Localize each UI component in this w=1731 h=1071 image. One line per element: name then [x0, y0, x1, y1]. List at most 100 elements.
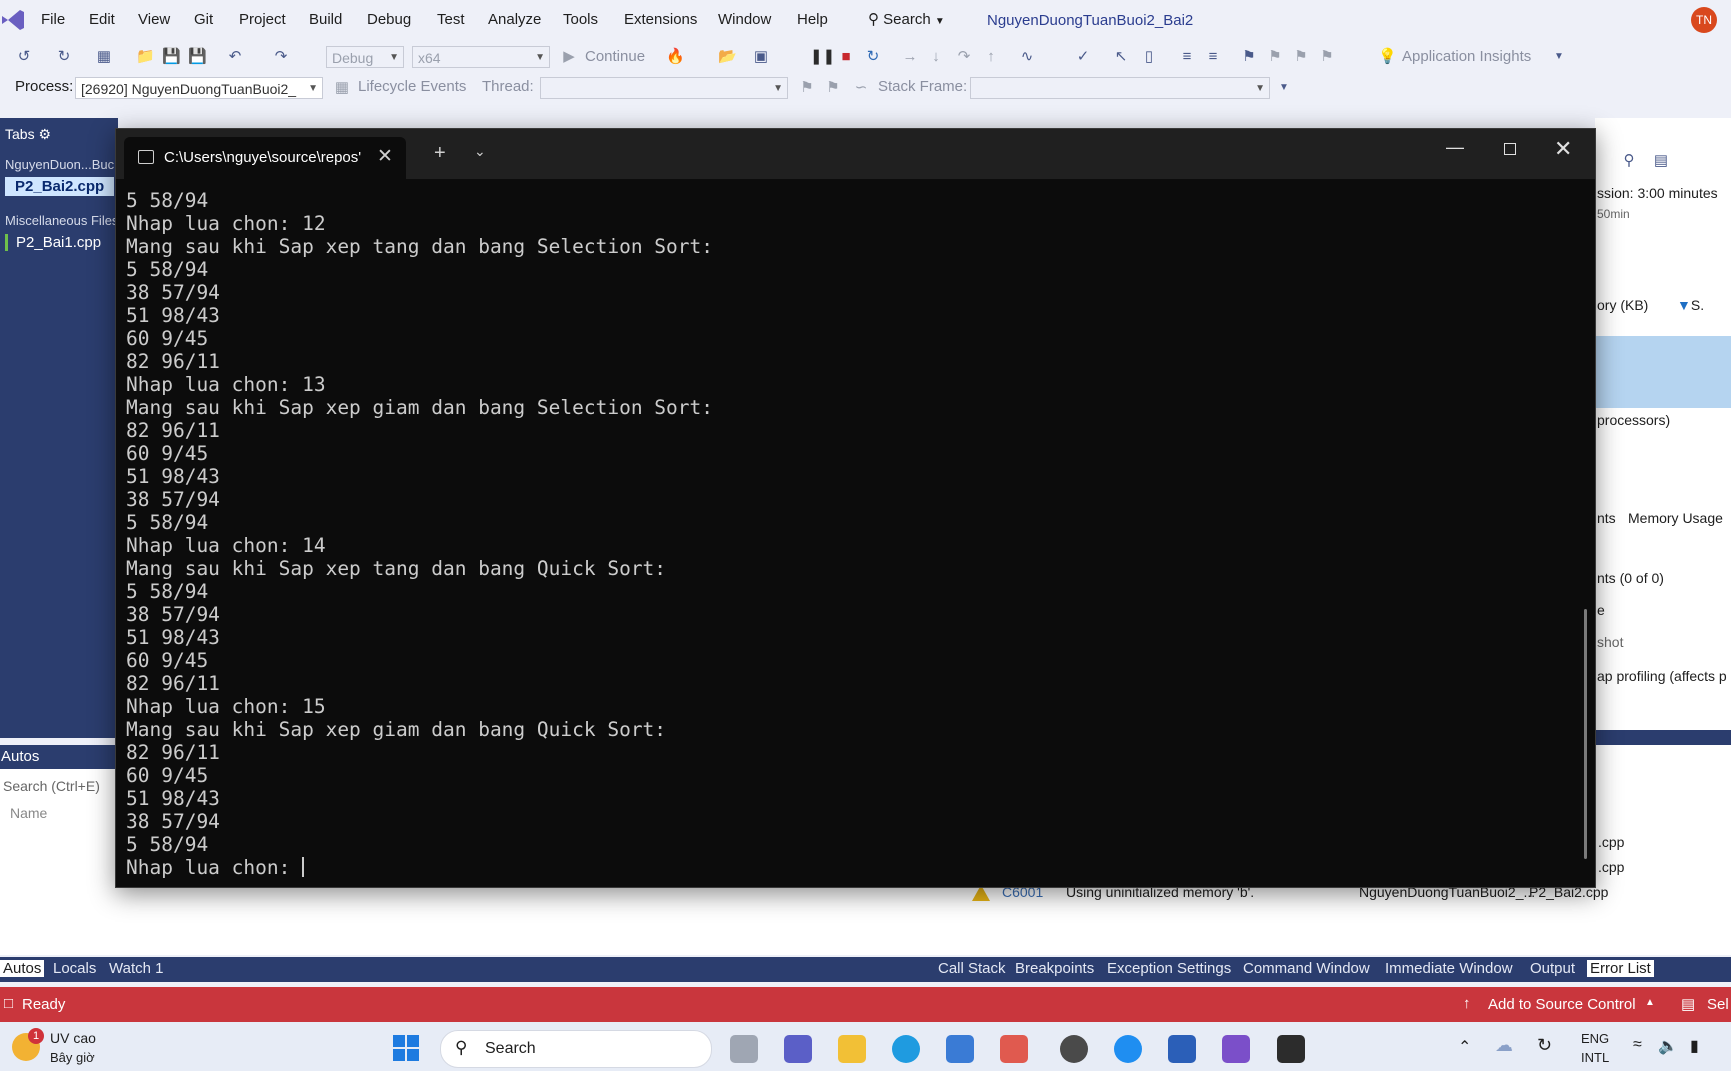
avatar[interactable]: TN — [1691, 7, 1717, 33]
chevron-down-icon[interactable]: ⌄ — [474, 143, 486, 160]
stack-icon[interactable]: ∽ — [852, 79, 870, 97]
restart-icon[interactable]: ↻ — [864, 48, 882, 66]
back-icon[interactable]: ↺ — [15, 48, 33, 66]
pause-icon[interactable]: ❚❚ — [810, 48, 835, 66]
process-explorer-icon[interactable]: 📂 — [718, 48, 737, 66]
flag-thread-icon[interactable]: ⚑ — [824, 79, 842, 97]
onedrive-icon[interactable]: ☁ — [1495, 1035, 1513, 1056]
menu-debug[interactable]: Debug — [367, 11, 411, 28]
menu-tools[interactable]: Tools — [563, 11, 598, 28]
tab-p2-bai1[interactable]: P2_Bai1.cpp — [5, 234, 101, 251]
language-top[interactable]: ENG — [1581, 1031, 1609, 1046]
thread-select[interactable]: ▼ — [540, 77, 788, 99]
menu-view[interactable]: View — [138, 11, 170, 28]
windows-start-icon[interactable] — [392, 1034, 420, 1062]
tab-immediate-window[interactable]: Immediate Window — [1385, 960, 1513, 977]
terminal-scrollbar[interactable] — [1584, 609, 1587, 859]
continue-button[interactable]: Continue — [585, 48, 645, 65]
tab-error-list[interactable]: Error List — [1587, 960, 1654, 977]
chevron-down-icon[interactable]: ▼ — [1275, 79, 1293, 97]
configuration-select[interactable]: Debug ▼ — [326, 46, 404, 68]
columns-icon[interactable]: ▯ — [1140, 48, 1158, 66]
zalo-icon[interactable] — [1114, 1035, 1142, 1063]
tab-events[interactable]: nts — [1597, 510, 1616, 526]
stop-icon[interactable]: ■ — [837, 48, 855, 66]
step-into-icon[interactable]: ↓ — [927, 48, 945, 66]
close-tab-icon[interactable]: ✕ — [377, 145, 393, 168]
new-project-icon[interactable]: ▦ — [95, 48, 113, 66]
add-to-source-control-button[interactable]: Add to Source Control — [1488, 996, 1636, 1013]
save-icon[interactable]: 💾 — [162, 48, 181, 66]
menu-file[interactable]: File — [41, 11, 65, 28]
snipping-tool-icon[interactable] — [1000, 1035, 1028, 1063]
lifecycle-events-button[interactable]: Lifecycle Events — [358, 78, 466, 95]
redo-icon[interactable]: ↷ — [272, 48, 290, 66]
tab-watch-1[interactable]: Watch 1 — [109, 960, 163, 977]
menu-build[interactable]: Build — [309, 11, 342, 28]
save-all-icon[interactable]: 💾 — [188, 48, 207, 66]
application-insights-button[interactable]: Application Insights — [1402, 48, 1531, 65]
chevron-up-icon[interactable]: ⌃ — [1458, 1037, 1471, 1057]
search-button[interactable]: ⚲ Search ▼ — [868, 10, 945, 28]
take-snapshot-button[interactable]: shot — [1597, 634, 1623, 650]
step-out-icon[interactable]: ↑ — [982, 48, 1000, 66]
tab-command-window[interactable]: Command Window — [1243, 960, 1370, 977]
menu-window[interactable]: Window — [718, 11, 771, 28]
comment-icon[interactable]: ≡ — [1204, 48, 1222, 66]
store-icon[interactable] — [946, 1035, 974, 1063]
tab-p2-bai2[interactable]: P2_Bai2.cpp — [5, 177, 115, 196]
zoom-in-icon[interactable]: ⚲ — [1620, 152, 1638, 170]
visual-studio-icon[interactable] — [1222, 1035, 1250, 1063]
select-repository-button[interactable]: Sel — [1707, 996, 1729, 1013]
language-bottom[interactable]: INTL — [1581, 1050, 1609, 1065]
tab-breakpoints[interactable]: Breakpoints — [1015, 960, 1094, 977]
error-row[interactable]: .cpp — [1598, 834, 1624, 850]
next-bookmark-icon[interactable]: ⚑ — [1292, 48, 1310, 66]
bookmark-icon[interactable]: ⚑ — [1240, 48, 1258, 66]
undo-icon[interactable]: ↶ — [226, 48, 244, 66]
forward-icon[interactable]: ↻ — [55, 48, 73, 66]
tab-locals[interactable]: Locals — [53, 960, 96, 977]
process-select[interactable]: [26920] NguyenDuongTuanBuoi2_ ▼ — [75, 77, 323, 99]
file-explorer-icon[interactable] — [838, 1035, 866, 1063]
clear-bookmarks-icon[interactable]: ⚑ — [1318, 48, 1336, 66]
chart-icon[interactable]: ▤ — [1652, 152, 1670, 170]
battery-icon[interactable]: ▮ — [1690, 1036, 1699, 1056]
prev-bookmark-icon[interactable]: ⚑ — [1266, 48, 1284, 66]
sync-icon[interactable]: ↻ — [1537, 1035, 1552, 1056]
dell-icon[interactable] — [1060, 1035, 1088, 1063]
task-view-icon[interactable] — [730, 1035, 758, 1063]
menu-analyze[interactable]: Analyze — [488, 11, 541, 28]
close-icon[interactable]: ✕ — [1554, 136, 1572, 162]
menu-extensions[interactable]: Extensions — [624, 11, 697, 28]
teams-icon[interactable] — [784, 1035, 812, 1063]
wifi-icon[interactable]: ≈ — [1633, 1036, 1642, 1054]
heap-profiling-checkbox[interactable]: ap profiling (affects p — [1597, 668, 1727, 684]
indent-icon[interactable]: ≡ — [1178, 48, 1196, 66]
maximize-icon[interactable] — [1504, 143, 1516, 155]
menu-test[interactable]: Test — [437, 11, 465, 28]
platform-select[interactable]: x64 ▼ — [412, 46, 550, 68]
show-next-statement-icon[interactable]: → — [901, 48, 919, 66]
spellcheck-icon[interactable]: ✓ — [1074, 48, 1092, 66]
volume-icon[interactable]: 🔈 — [1658, 1036, 1678, 1056]
error-row[interactable]: .cpp — [1598, 859, 1624, 875]
menu-edit[interactable]: Edit — [89, 11, 115, 28]
hot-reload-icon[interactable]: 🔥 — [666, 48, 685, 66]
cursor-icon[interactable]: ↖ — [1112, 48, 1130, 66]
stack-frame-select[interactable]: ▼ — [970, 77, 1270, 99]
minimize-icon[interactable]: — — [1446, 137, 1464, 158]
menu-help[interactable]: Help — [797, 11, 828, 28]
chevron-down-icon[interactable]: ▼ — [1550, 48, 1568, 66]
word-icon[interactable] — [1168, 1035, 1196, 1063]
autos-search-input[interactable]: Search (Ctrl+E) — [3, 778, 100, 794]
diagnostics-icon[interactable]: ∿ — [1018, 48, 1036, 66]
flag-icon[interactable]: ⚑ — [798, 79, 816, 97]
tab-call-stack[interactable]: Call Stack — [938, 960, 1006, 977]
step-over-icon[interactable]: ↷ — [955, 48, 973, 66]
taskbar-search-box[interactable]: ⚲ Search — [440, 1030, 712, 1068]
tab-output[interactable]: Output — [1530, 960, 1575, 977]
terminal-output[interactable]: 5 58/94 Nhap lua chon: 12 Mang sau khi Sap… — [126, 189, 1576, 884]
gear-icon[interactable]: ⚙ — [38, 126, 51, 142]
open-folder-icon[interactable]: 📁 — [136, 48, 155, 66]
